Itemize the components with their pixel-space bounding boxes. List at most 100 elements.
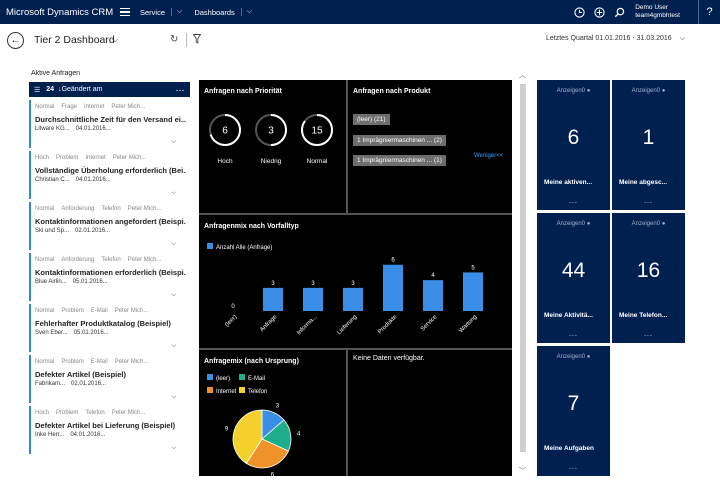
item-title[interactable]: Kontaktinformationen erforderlich (Beisp… xyxy=(35,268,186,277)
product-tag[interactable]: (leer) (21) xyxy=(353,114,390,125)
priority-ring[interactable]: 6 xyxy=(208,113,242,147)
item-tag: Telefon xyxy=(85,410,105,416)
item-title[interactable]: Durchschnittliche Zeit für den Versand e… xyxy=(35,115,186,124)
charts-area: Anfragen nach Priorität 6 Hoch 3 Niedrig 15 N… xyxy=(199,80,512,476)
tile-label[interactable]: Meine abgesc... xyxy=(619,179,667,186)
item-title[interactable]: Vollständige Überholung erforderlich (Be… xyxy=(35,166,186,175)
origin-pie-chart[interactable]: (leer) E-Mail Internet Telefon 3 4 6 9 xyxy=(199,350,346,476)
add-icon[interactable] xyxy=(589,0,609,24)
tile-label[interactable]: Meine Aufgaben xyxy=(544,445,594,452)
chevron-down-icon[interactable]: ⌵ xyxy=(171,445,176,452)
list-item[interactable]: Hoch Problem Internet Peter Mich... Vollstän… xyxy=(29,151,190,199)
dashboard-title[interactable]: Tier 2 Dashboard xyxy=(34,34,115,46)
bar[interactable] xyxy=(463,272,483,311)
scroll-thumb[interactable] xyxy=(520,84,526,452)
chevron-down-icon[interactable]: ⌵ xyxy=(171,139,176,146)
bar[interactable] xyxy=(263,287,283,311)
user-info[interactable]: Demo User team4gmbhtest xyxy=(629,4,698,20)
chevron-down-icon[interactable]: ⌵ xyxy=(240,8,252,16)
sort-field[interactable]: Geändert am xyxy=(62,86,103,93)
product-tag[interactable]: 1 Imprägniermaschinen ... (1) xyxy=(353,155,446,166)
item-date: 04.01.2016... xyxy=(75,177,111,183)
priority-label: Normal xyxy=(306,158,328,165)
bar[interactable] xyxy=(303,287,323,311)
item-tags: Normal Anforderung Telefon Peter Mich... xyxy=(35,205,186,214)
item-tag: Internet xyxy=(85,155,106,161)
scroll-down-icon[interactable]: ﹀ xyxy=(519,466,526,476)
chevron-down-icon[interactable]: ⌵ xyxy=(171,241,176,248)
item-title[interactable]: Fehlerhafter Produktkatalog (Beispiel) xyxy=(35,319,186,328)
hamburger-menu-icon[interactable] xyxy=(120,0,134,24)
case-mix-bar-chart[interactable]: Anzahl Alle (Anfrage) 0 (leer) 3 Anfrage 3 Inf… xyxy=(199,215,512,348)
tile-label[interactable]: Meine Aktivitä... xyxy=(544,312,593,319)
app-brand[interactable]: Microsoft Dynamics CRM xyxy=(0,7,114,18)
tile-more-button[interactable]: ... xyxy=(537,198,610,205)
help-button[interactable]: ? xyxy=(698,0,720,24)
item-tag: Anforderung xyxy=(61,257,95,263)
chevron-down-icon[interactable]: ⌵ xyxy=(171,292,176,299)
priority-ring[interactable]: 3 xyxy=(254,113,288,147)
clock-icon[interactable] xyxy=(569,0,589,24)
item-title[interactable]: Kontaktinformationen angefordert (Beispi… xyxy=(35,217,186,226)
refresh-icon[interactable]: ↻ xyxy=(170,34,178,45)
list-item[interactable]: Normal Frage Internet Peter Mich... Durchsch… xyxy=(29,100,190,148)
user-icon: ● xyxy=(661,88,666,94)
x-tick-label: Service xyxy=(420,314,439,333)
list-item[interactable]: Normal Problem E-Mail Peter Mich... Fehlerha… xyxy=(29,304,190,352)
list-icon[interactable]: ☰ xyxy=(34,86,40,94)
bar[interactable] xyxy=(343,287,363,311)
period-selector-label[interactable]: Letztes Quartal 01.01.2016 - 31.03.2016 xyxy=(546,35,672,42)
list-item[interactable]: Normal Problem E-Mail Peter Mich... Defekter… xyxy=(29,355,190,403)
tile-header[interactable]: Anzeigen0 ● xyxy=(537,354,610,360)
nav-service[interactable]: Service ⌵ xyxy=(134,0,188,24)
bar-value-label: 6 xyxy=(391,258,395,264)
bar[interactable] xyxy=(383,264,403,311)
priority-label: Hoch xyxy=(217,158,233,165)
chevron-down-icon[interactable]: ⌵ xyxy=(112,35,118,45)
bar-value-label: 0 xyxy=(231,304,235,310)
more-button[interactable]: ... xyxy=(176,86,185,93)
filter-icon[interactable] xyxy=(192,34,202,46)
tile-count: 1 xyxy=(642,126,655,149)
bar-value-label: 3 xyxy=(271,281,275,287)
tile-more-button[interactable]: ... xyxy=(537,464,610,471)
stream-tile[interactable]: Anzeigen0 ● 7 Meine Aufgaben... xyxy=(537,346,610,476)
tile-label[interactable]: Meine Telefon... xyxy=(619,312,667,319)
stream-tile[interactable]: Anzeigen0 ● 44 Meine Aktivitä...... xyxy=(537,213,610,343)
tile-header[interactable]: Anzeigen0 ● xyxy=(612,221,685,227)
list-item[interactable]: Hoch Problem Telefon Peter Mich... Defekter … xyxy=(29,406,190,454)
priority-value: 3 xyxy=(268,126,274,137)
stream-tile[interactable]: Anzeigen0 ● 16 Meine Telefon...... xyxy=(612,213,685,343)
scroll-up-icon[interactable]: ︿ xyxy=(519,70,526,80)
chevron-down-icon[interactable]: ⌵ xyxy=(680,35,685,43)
item-title[interactable]: Defekter Artikel (Beispiel) xyxy=(35,370,186,379)
tile-header[interactable]: Anzeigen0 ● xyxy=(537,221,610,227)
tile-count: 16 xyxy=(636,259,661,282)
priority-ring[interactable]: 15 xyxy=(300,113,334,147)
item-tag: Peter Mich... xyxy=(127,206,162,212)
tile-header[interactable]: Anzeigen0 ● xyxy=(612,88,685,94)
item-customer: Sven Eber... xyxy=(35,330,68,336)
tile-more-button[interactable]: ... xyxy=(612,198,685,205)
nav-dashboards[interactable]: Dashboards ⌵ xyxy=(188,0,258,24)
tile-more-button[interactable]: ... xyxy=(537,331,610,338)
list-item[interactable]: Normal Anforderung Telefon Peter Mich... Kon… xyxy=(29,202,190,250)
back-button[interactable]: ← xyxy=(7,32,24,49)
tile-header[interactable]: Anzeigen0 ● xyxy=(537,88,610,94)
list-item[interactable]: Normal Anforderung Telefon Peter Mich... Kon… xyxy=(29,253,190,301)
stream-tile[interactable]: Anzeigen0 ● 6 Meine aktiven...... xyxy=(537,80,610,210)
show-less-link[interactable]: Weniger<< xyxy=(474,153,503,159)
dashboard-scrollbar[interactable]: ︿ ﹀ xyxy=(516,70,530,476)
chevron-down-icon[interactable]: ⌵ xyxy=(171,8,182,16)
bar[interactable] xyxy=(423,280,443,311)
x-tick-label: Informa... xyxy=(296,314,318,336)
chevron-down-icon[interactable]: ⌵ xyxy=(171,343,176,350)
tile-label[interactable]: Meine aktiven... xyxy=(544,179,592,186)
item-title[interactable]: Defekter Artikel bei Lieferung (Beispiel… xyxy=(35,421,186,430)
product-tag[interactable]: 1 Imprägniermaschinen ... (2) xyxy=(353,135,446,146)
tile-more-button[interactable]: ... xyxy=(612,331,685,338)
stream-tile[interactable]: Anzeigen0 ● 1 Meine abgesc...... xyxy=(612,80,685,210)
search-icon[interactable] xyxy=(609,0,629,24)
chevron-down-icon[interactable]: ⌵ xyxy=(171,190,176,197)
chevron-down-icon[interactable]: ⌵ xyxy=(171,394,176,401)
